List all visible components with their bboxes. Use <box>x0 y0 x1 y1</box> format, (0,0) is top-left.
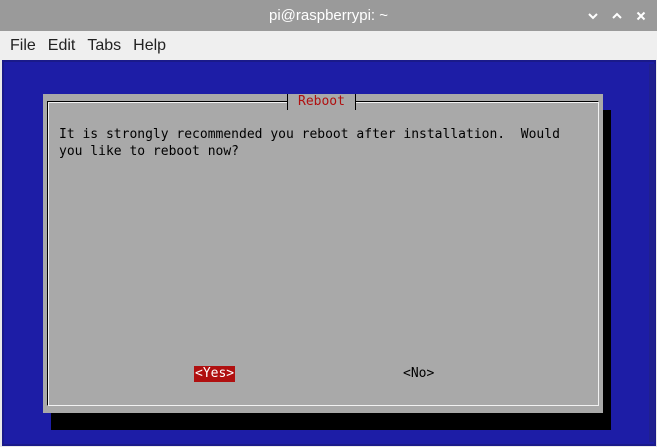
maximize-button[interactable] <box>607 6 627 26</box>
menu-help[interactable]: Help <box>127 31 172 60</box>
minimize-button[interactable] <box>583 6 603 26</box>
minimize-icon <box>587 10 599 22</box>
menu-file[interactable]: File <box>4 31 42 60</box>
yes-button[interactable]: <Yes> <box>194 366 236 382</box>
dialog-message: It is strongly recommended you reboot af… <box>59 127 560 159</box>
close-icon <box>635 10 647 22</box>
title-bar[interactable]: pi@raspberrypi: ~ <box>0 0 657 31</box>
menu-bar: File Edit Tabs Help <box>0 31 657 60</box>
window-title: pi@raspberrypi: ~ <box>268 7 389 24</box>
menu-edit[interactable]: Edit <box>42 31 82 60</box>
close-button[interactable] <box>631 6 651 26</box>
terminal-window: pi@raspberrypi: ~ File Edit Tabs Help Re… <box>0 0 657 447</box>
menu-tabs[interactable]: Tabs <box>81 31 127 60</box>
reboot-dialog: Reboot It is strongly recommended you re… <box>43 94 603 413</box>
terminal-scrollbar[interactable] <box>649 64 655 442</box>
dialog-title: Reboot <box>287 94 356 110</box>
maximize-icon <box>611 10 623 22</box>
window-controls <box>583 0 651 31</box>
no-button[interactable]: <No> <box>402 366 435 382</box>
